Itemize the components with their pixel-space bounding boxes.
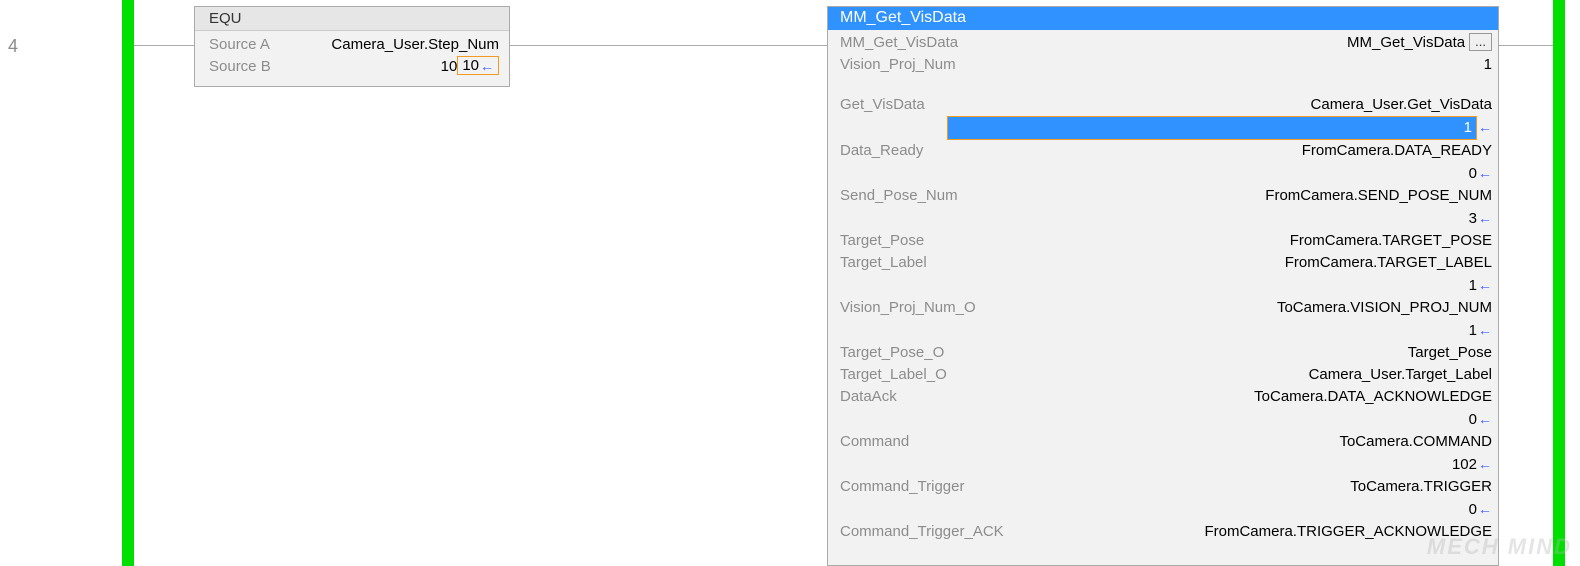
aoi-instance-label: MM_Get_VisData [840, 32, 958, 54]
aoi-param-tag[interactable]: Target_Pose [1408, 342, 1492, 364]
aoi-param-label: Command_Trigger [840, 476, 965, 498]
aoi-param-tag[interactable]: FromCamera.TARGET_POSE [1290, 230, 1492, 252]
rung-wire [134, 45, 194, 46]
aoi-param-row: Target_Pose FromCamera.TARGET_POSE [840, 230, 1492, 252]
data-flow-arrow-icon: ← [1478, 277, 1492, 293]
data-flow-arrow-icon: ← [1478, 456, 1492, 472]
rung-wire [1499, 45, 1553, 46]
aoi-param-row: Target_Label_O Camera_User.Target_Label [840, 364, 1492, 386]
data-flow-arrow-icon: ← [1478, 119, 1492, 135]
left-power-rail [122, 0, 134, 566]
aoi-param-live-value[interactable]: 1← [840, 319, 1492, 342]
aoi-param-label: Vision_Proj_Num [840, 54, 956, 76]
aoi-param-label: Command_Trigger_ACK [840, 521, 1004, 543]
equ-source-a-live-value[interactable]: 10← [457, 56, 499, 75]
watermark: MECH MIND [1427, 534, 1572, 560]
browse-tag-button[interactable]: ... [1469, 33, 1492, 51]
aoi-param-label: Command [840, 431, 909, 453]
aoi-param-row: Data_Ready FromCamera.DATA_READY [840, 140, 1492, 162]
aoi-param-tag[interactable]: 1 [1484, 54, 1492, 76]
aoi-param-tag[interactable]: ToCamera.TRIGGER [1350, 476, 1492, 498]
equ-source-a-tag[interactable]: Camera_User.Step_Num [331, 34, 499, 56]
aoi-param-live-value[interactable]: 1← [840, 116, 1492, 140]
rung-wire [510, 45, 827, 46]
data-flow-arrow-icon: ← [1478, 501, 1492, 517]
aoi-param-label: Target_Pose_O [840, 342, 944, 364]
aoi-param-row: DataAck ToCamera.DATA_ACKNOWLEDGE [840, 386, 1492, 408]
data-flow-arrow-icon: ← [1478, 210, 1492, 226]
aoi-param-tag[interactable]: FromCamera.SEND_POSE_NUM [1265, 185, 1492, 207]
equ-title: EQU [195, 7, 509, 31]
right-power-rail [1553, 0, 1565, 566]
aoi-param-row: Command ToCamera.COMMAND [840, 431, 1492, 453]
aoi-param-row: Target_Label FromCamera.TARGET_LABEL [840, 252, 1492, 274]
data-flow-arrow-icon: ← [1478, 411, 1492, 427]
aoi-param-live-value[interactable]: 3← [840, 207, 1492, 230]
aoi-param-row: Vision_Proj_Num_O ToCamera.VISION_PROJ_NU… [840, 297, 1492, 319]
aoi-param-row: Vision_Proj_Num 1 [840, 54, 1492, 76]
aoi-param-label: DataAck [840, 386, 897, 408]
aoi-param-tag[interactable]: FromCamera.TARGET_LABEL [1285, 252, 1492, 274]
aoi-param-label: Get_VisData [840, 94, 925, 116]
data-flow-arrow-icon: ← [1478, 165, 1492, 181]
aoi-param-live-value[interactable]: 0← [840, 408, 1492, 431]
aoi-param-live-value[interactable]: 0← [840, 498, 1492, 521]
rung-number: 4 [8, 36, 18, 57]
aoi-param-row: Command_Trigger ToCamera.TRIGGER [840, 476, 1492, 498]
aoi-param-row: Target_Pose_O Target_Pose [840, 342, 1492, 364]
aoi-param-label: Vision_Proj_Num_O [840, 297, 976, 319]
aoi-param-label: Target_Label_O [840, 364, 947, 386]
aoi-param-row: Command_Trigger_ACKFromCamera.TRIGGER_AC… [840, 521, 1492, 543]
aoi-param-row: Send_Pose_Num FromCamera.SEND_POSE_NUM [840, 185, 1492, 207]
aoi-param-live-value[interactable]: 102← [840, 453, 1492, 476]
aoi-param-label: Target_Pose [840, 230, 924, 252]
equ-source-a-row: Source A Camera_User.Step_Num [209, 34, 499, 56]
aoi-param-tag[interactable]: ToCamera.COMMAND [1339, 431, 1492, 453]
aoi-param-row: Get_VisData Camera_User.Get_VisData [840, 94, 1492, 116]
aoi-param-tag[interactable]: ToCamera.DATA_ACKNOWLEDGE [1254, 386, 1492, 408]
aoi-param-label: Target_Label [840, 252, 927, 274]
aoi-param-label: Data_Ready [840, 140, 923, 162]
aoi-instance-row: MM_Get_VisData MM_Get_VisData... [840, 32, 1492, 54]
aoi-param-live-value[interactable]: 1← [840, 274, 1492, 297]
aoi-title: MM_Get_VisData [828, 7, 1498, 30]
aoi-param-label: Send_Pose_Num [840, 185, 958, 207]
equ-source-b-row: Source B 10 [209, 56, 457, 78]
aoi-param-live-value[interactable]: 0← [840, 162, 1492, 185]
equ-instruction-block[interactable]: EQU Source A Camera_User.Step_Num 10← So… [194, 6, 510, 87]
aoi-param-tag[interactable]: ToCamera.VISION_PROJ_NUM [1277, 297, 1492, 319]
selected-live-value[interactable]: 1 [947, 116, 1477, 140]
equ-source-a-label: Source A [209, 34, 270, 56]
aoi-param-tag[interactable]: Camera_User.Get_VisData [1311, 94, 1492, 116]
equ-source-b-label: Source B [209, 56, 271, 78]
data-flow-arrow-icon: ← [1478, 322, 1492, 338]
aoi-instance-tag[interactable]: MM_Get_VisData [1347, 34, 1465, 51]
equ-source-b-value[interactable]: 10 [441, 56, 458, 78]
aoi-param-tag[interactable]: Camera_User.Target_Label [1309, 364, 1492, 386]
data-flow-arrow-icon: ← [480, 58, 494, 74]
aoi-instruction-block[interactable]: MM_Get_VisData MM_Get_VisDataMM_Get_VisD… [827, 6, 1499, 566]
aoi-param-tag[interactable]: FromCamera.DATA_READY [1302, 140, 1492, 162]
